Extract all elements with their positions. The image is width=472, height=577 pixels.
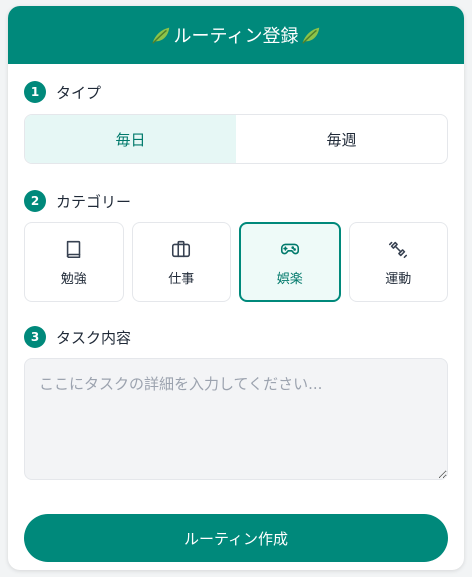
category-entertainment[interactable]: 娯楽	[239, 222, 341, 302]
category-section-label: 2 カテゴリー	[24, 190, 448, 212]
routine-form-card: ルーティン登録 1 タイプ 毎日 毎週 2 カテゴリー 勉強 仕事 娯楽 運動 …	[8, 6, 464, 570]
create-routine-button[interactable]: ルーティン作成	[24, 514, 448, 562]
category-exercise[interactable]: 運動	[348, 222, 448, 302]
leaf-icon	[302, 27, 320, 44]
type-option-label: 毎週	[326, 130, 357, 149]
category-grid: 勉強 仕事 娯楽 運動	[24, 222, 448, 302]
task-section-label: 3 タスク内容	[24, 326, 448, 348]
type-toggle: 毎日 毎週	[24, 114, 448, 164]
step-number-2: 2	[24, 190, 46, 212]
category-label: カテゴリー	[56, 192, 132, 211]
category-work[interactable]: 仕事	[131, 222, 231, 302]
leaf-icon	[151, 27, 169, 44]
type-option-daily[interactable]: 毎日	[25, 115, 236, 163]
gamepad-icon	[280, 243, 299, 254]
category-label: 娯楽	[276, 271, 303, 287]
briefcase-icon	[172, 240, 191, 257]
task-content-textarea[interactable]	[24, 358, 448, 480]
category-label: 勉強	[60, 271, 87, 287]
dumbbell-icon	[389, 241, 408, 258]
category-label: 仕事	[168, 271, 195, 287]
type-label: タイプ	[56, 83, 102, 102]
type-section-label: 1 タイプ	[24, 81, 448, 103]
step-number-1: 1	[24, 81, 46, 103]
book-icon	[66, 240, 81, 258]
form-header: ルーティン登録	[8, 6, 464, 64]
form-title: ルーティン登録	[173, 26, 299, 47]
category-label: 運動	[385, 271, 412, 287]
category-study[interactable]: 勉強	[24, 222, 124, 302]
type-option-label: 毎日	[115, 130, 146, 149]
type-option-weekly[interactable]: 毎週	[236, 115, 447, 163]
step-number-3: 3	[24, 326, 46, 348]
task-label: タスク内容	[56, 328, 132, 347]
